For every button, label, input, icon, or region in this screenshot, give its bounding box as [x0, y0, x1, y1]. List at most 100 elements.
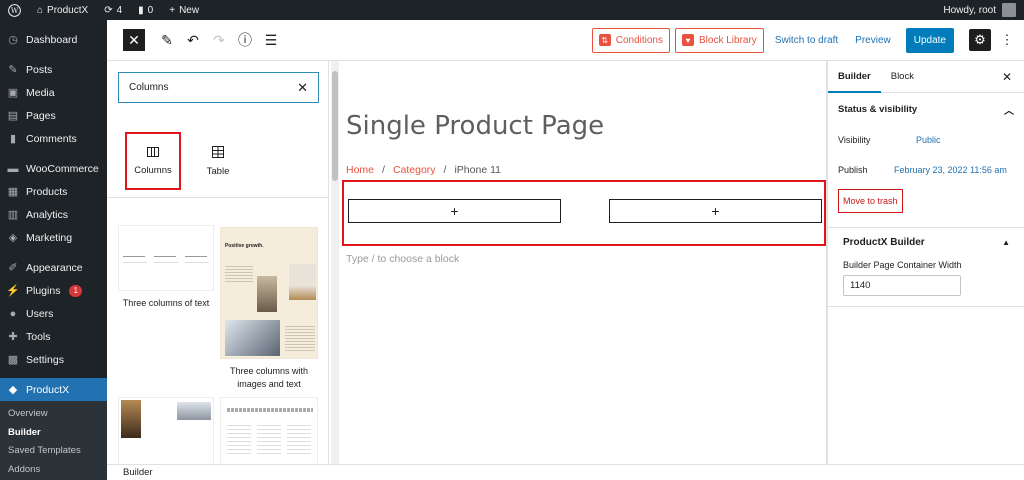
menu-label: Analytics: [26, 208, 69, 221]
close-inserter-button[interactable]: ✕: [123, 29, 145, 51]
pattern-three-columns-text[interactable]: [118, 225, 214, 291]
breadcrumb-category[interactable]: Category: [393, 164, 436, 176]
menu-item-users[interactable]: ● Users: [0, 302, 107, 325]
site-name: ProductX: [47, 4, 89, 16]
redo-icon: ↷: [213, 31, 225, 48]
brush-icon: ✐: [8, 262, 18, 274]
productx-icon: ◆: [8, 384, 18, 396]
update-button[interactable]: Update: [905, 27, 954, 53]
block-columns[interactable]: Columns: [125, 132, 181, 190]
menu-item-woocommerce[interactable]: ▬ WooCommerce: [0, 157, 107, 180]
block-library-button[interactable]: ♥ Block Library: [675, 27, 764, 53]
footer-breadcrumb[interactable]: Builder: [123, 467, 153, 478]
sidebar-tabs: Builder Block ✕: [828, 61, 1024, 93]
visibility-toggle[interactable]: Public: [916, 135, 941, 145]
comments-icon: ▮: [9, 133, 17, 145]
conditions-icon: ⇅: [598, 34, 611, 46]
menu-label: Appearance: [26, 261, 83, 274]
container-width-input[interactable]: 1140: [843, 275, 961, 296]
breadcrumb-home[interactable]: Home: [346, 164, 374, 176]
settings-button[interactable]: ⚙: [969, 29, 991, 51]
menu-label: Plugins: [26, 284, 61, 297]
editor-header: ✕ ✎ ↶ ↷ ⓘ ☰ ⇅ Conditions ♥ Block Library…: [107, 20, 1024, 61]
updates-link[interactable]: ⟳ 4: [96, 0, 130, 20]
block-search-input[interactable]: Columns ✕: [118, 72, 319, 103]
new-content-link[interactable]: + New: [161, 0, 207, 20]
home-icon: ⌂: [37, 4, 44, 16]
menu-item-appearance[interactable]: ✐ Appearance: [0, 256, 107, 279]
pattern-three-columns-images[interactable]: Positive growth.: [220, 227, 318, 359]
columns-icon: [147, 146, 159, 157]
menu-label: ProductX: [26, 383, 70, 396]
block-inserter: Columns ✕ Columns Table Three columns of…: [107, 61, 329, 464]
block-library-label: Block Library: [699, 34, 757, 46]
details-button[interactable]: ⓘ: [235, 30, 255, 50]
plug-icon: ⚡: [6, 285, 20, 297]
submenu-builder[interactable]: Builder: [0, 424, 107, 443]
menu-item-media[interactable]: ▣ Media: [0, 81, 107, 104]
pattern-text-columns[interactable]: [220, 397, 318, 464]
menu-item-pages[interactable]: ▤ Pages: [0, 104, 107, 127]
pattern-label: Three columns with images and text: [229, 366, 309, 389]
submenu-overview[interactable]: Overview: [0, 405, 107, 424]
site-name-link[interactable]: ⌂ ProductX: [29, 0, 96, 20]
page-title[interactable]: Single Product Page: [346, 111, 604, 141]
menu-item-products[interactable]: ▦ Products: [0, 180, 107, 203]
list-view-button[interactable]: ☰: [261, 30, 281, 50]
productx-submenu: Overview Builder Saved Templates Addons: [0, 401, 107, 480]
clear-search-icon[interactable]: ✕: [297, 80, 308, 96]
wp-logo-icon[interactable]: W: [0, 0, 29, 20]
menu-item-settings[interactable]: ▩ Settings: [0, 348, 107, 371]
publish-date-toggle[interactable]: February 23, 2022 11:56 am: [894, 165, 1007, 175]
divider: [107, 197, 328, 198]
wrench-icon: ✚: [8, 331, 18, 343]
breadcrumb-separator: /: [382, 164, 385, 176]
column-appender-button[interactable]: +: [348, 199, 561, 223]
my-account[interactable]: Howdy, root: [943, 3, 1024, 17]
tab-block[interactable]: Block: [881, 61, 924, 93]
svg-text:W: W: [11, 6, 19, 15]
kebab-icon: ⋮: [1000, 32, 1014, 47]
inserter-scrollbar[interactable]: [331, 61, 339, 464]
block-label: Columns: [134, 164, 172, 176]
block-placeholder[interactable]: Type / to choose a block: [346, 253, 459, 265]
redo-button[interactable]: ↷: [209, 30, 229, 50]
submenu-saved-templates[interactable]: Saved Templates: [0, 442, 107, 461]
publish-row: Publish February 23, 2022 11:56 am: [828, 155, 1024, 185]
options-button[interactable]: ⋮: [1000, 32, 1014, 48]
column-appender-button[interactable]: +: [609, 199, 822, 223]
menu-item-dashboard[interactable]: ◷ Dashboard: [0, 28, 107, 51]
columns-block[interactable]: + +: [342, 180, 826, 246]
editor-canvas: Single Product Page Home / Category / iP…: [340, 61, 826, 464]
menu-item-comments[interactable]: ▮ Comments: [0, 127, 107, 150]
move-to-trash-button[interactable]: Move to trash: [838, 189, 903, 213]
menu-item-productx[interactable]: ◆ ProductX: [0, 378, 107, 401]
menu-item-marketing[interactable]: ◈ Marketing: [0, 226, 107, 249]
submenu-addons[interactable]: Addons: [0, 461, 107, 480]
conditions-button[interactable]: ⇅ Conditions: [591, 27, 670, 53]
menu-item-analytics[interactable]: ▥ Analytics: [0, 203, 107, 226]
block-table[interactable]: Table: [189, 132, 247, 190]
pattern-images-grid[interactable]: [118, 397, 214, 464]
pages-icon: ▤: [7, 110, 19, 122]
menu-item-plugins[interactable]: ⚡ Plugins 1: [0, 279, 107, 302]
menu-label: Posts: [26, 63, 53, 76]
menu-item-posts[interactable]: ✎ Posts: [0, 58, 107, 81]
preview-button[interactable]: Preview: [849, 35, 897, 46]
admin-sidebar: ◷ Dashboard ✎ Posts ▣ Media ▤ Pages ▮ Comment…: [0, 20, 107, 480]
status-visibility-toggle[interactable]: Status & visibility ︿: [828, 93, 1024, 125]
tools-button[interactable]: ✎: [157, 30, 177, 50]
close-sidebar-icon[interactable]: ✕: [1002, 70, 1024, 84]
switch-to-draft-button[interactable]: Switch to draft: [769, 35, 844, 46]
comments-link[interactable]: ▮ 0: [130, 0, 161, 20]
menu-label: Pages: [26, 109, 56, 122]
pin-icon: ✎: [8, 64, 18, 76]
scrollbar-thumb[interactable]: [332, 71, 338, 181]
visibility-label: Visibility: [838, 135, 871, 145]
info-icon: ⓘ: [238, 32, 252, 48]
tab-builder[interactable]: Builder: [828, 61, 881, 93]
visibility-row: Visibility Public: [828, 125, 1024, 155]
undo-button[interactable]: ↶: [183, 30, 203, 50]
menu-item-tools[interactable]: ✚ Tools: [0, 325, 107, 348]
productx-builder-toggle[interactable]: ProductX Builder ▲: [828, 228, 1024, 256]
